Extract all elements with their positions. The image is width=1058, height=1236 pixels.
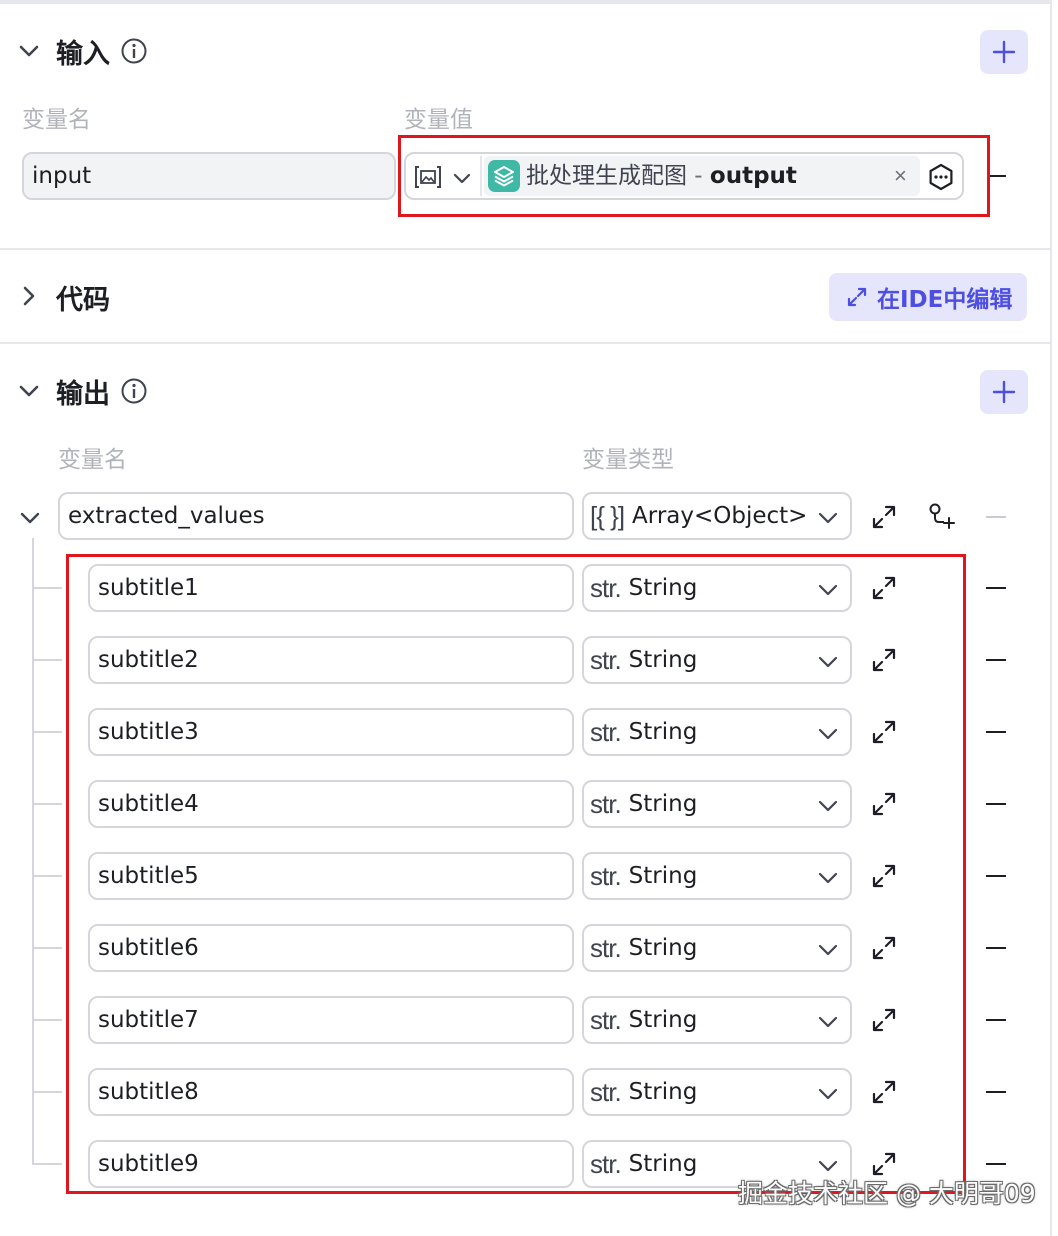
remove-output-button[interactable] bbox=[986, 516, 1006, 518]
top-divider bbox=[0, 0, 1052, 4]
tree-branch bbox=[32, 947, 62, 949]
output-type-select[interactable]: [{ }] Array<Object> bbox=[582, 492, 852, 540]
add-input-button[interactable] bbox=[980, 30, 1028, 74]
remove-child-button[interactable] bbox=[986, 803, 1006, 805]
expand-icon[interactable] bbox=[871, 504, 897, 530]
remove-child-button[interactable] bbox=[986, 1019, 1006, 1021]
remove-child-button[interactable] bbox=[986, 659, 1006, 661]
input-var-name-value: input bbox=[32, 163, 92, 189]
output-var-name-value: extracted_values bbox=[68, 503, 265, 529]
array-object-type-icon: [{ }] bbox=[590, 500, 625, 531]
plus-icon bbox=[992, 40, 1016, 64]
info-icon[interactable] bbox=[120, 377, 148, 405]
tree-branch bbox=[32, 587, 62, 589]
input-col-value-label: 变量值 bbox=[404, 107, 473, 133]
output-type-value: Array<Object> bbox=[632, 503, 808, 529]
tree-branch bbox=[32, 659, 62, 661]
input-col-name-label: 变量名 bbox=[22, 107, 91, 133]
remove-child-button[interactable] bbox=[986, 731, 1006, 733]
edit-in-ide-button[interactable]: 在IDE中编辑 bbox=[829, 273, 1027, 321]
chevron-down-icon[interactable] bbox=[14, 36, 44, 66]
tree-branch bbox=[32, 803, 62, 805]
tree-branch bbox=[32, 731, 62, 733]
output-var-name-field[interactable]: extracted_values bbox=[58, 492, 574, 540]
expand-icon bbox=[847, 287, 867, 307]
input-section-title: 输入 bbox=[56, 39, 110, 70]
output-col-type-label: 变量类型 bbox=[582, 447, 674, 473]
tree-branch bbox=[32, 875, 62, 877]
remove-child-button[interactable] bbox=[986, 1163, 1006, 1165]
info-icon[interactable] bbox=[120, 37, 148, 65]
remove-child-button[interactable] bbox=[986, 875, 1006, 877]
chevron-right-icon[interactable] bbox=[14, 281, 44, 311]
chevron-down-icon bbox=[818, 512, 838, 524]
highlight-box-input-value bbox=[398, 135, 990, 217]
add-child-field-icon[interactable] bbox=[926, 502, 956, 532]
remove-child-button[interactable] bbox=[986, 1091, 1006, 1093]
output-col-name-label: 变量名 bbox=[58, 447, 127, 473]
section-divider bbox=[0, 248, 1052, 250]
tree-branch bbox=[32, 1163, 62, 1165]
remove-input-button[interactable] bbox=[988, 175, 1006, 177]
plus-icon bbox=[992, 380, 1016, 404]
add-output-button[interactable] bbox=[980, 370, 1028, 414]
panel-right-border bbox=[1050, 0, 1052, 1236]
edit-in-ide-label: 在IDE中编辑 bbox=[877, 287, 1013, 313]
tree-branch bbox=[32, 1019, 62, 1021]
chevron-down-icon[interactable] bbox=[16, 504, 44, 532]
section-divider bbox=[0, 342, 1052, 344]
code-section-title: 代码 bbox=[56, 285, 110, 316]
watermark: 掘金技术社区 @ 大明哥09 bbox=[738, 1179, 1036, 1208]
highlight-box-child-fields bbox=[66, 554, 966, 1194]
input-var-name-field[interactable]: input bbox=[22, 152, 396, 200]
chevron-down-icon[interactable] bbox=[14, 376, 44, 406]
output-section-title: 输出 bbox=[56, 379, 110, 410]
remove-child-button[interactable] bbox=[986, 587, 1006, 589]
remove-child-button[interactable] bbox=[986, 947, 1006, 949]
tree-branch bbox=[32, 1091, 62, 1093]
